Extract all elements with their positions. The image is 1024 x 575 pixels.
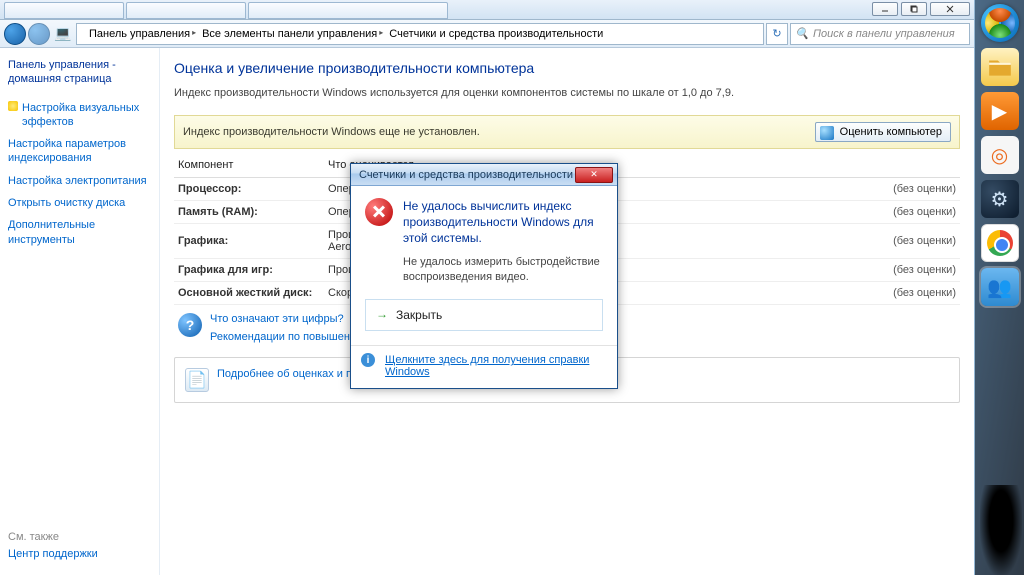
browser-tab[interactable] [4, 2, 124, 19]
messenger-icon[interactable]: 👥 [981, 268, 1019, 306]
th-component: Компонент [174, 153, 324, 178]
explorer-icon[interactable] [981, 48, 1019, 86]
mouse-shadow [980, 485, 1022, 575]
th-score [860, 153, 960, 178]
restore-button[interactable] [901, 2, 927, 16]
sidebar-item-visual-effects[interactable]: Настройка визуальных эффектов [8, 97, 151, 134]
search-input[interactable]: 🔍 Поиск в панели управления [790, 23, 970, 45]
search-placeholder: Поиск в панели управления [813, 28, 955, 40]
browser-tab[interactable] [248, 2, 448, 19]
rate-computer-button[interactable]: Оценить компьютер [815, 122, 951, 142]
see-also-label: См. также [8, 531, 151, 543]
details-icon: 📄 [185, 368, 209, 392]
error-icon [365, 198, 393, 226]
cell-component: Память (RAM): [174, 201, 324, 224]
cell-component: Процессор: [174, 178, 324, 201]
notice-text: Индекс производительности Windows еще не… [183, 126, 480, 138]
question-icon: ? [178, 313, 202, 337]
cell-score: (без оценки) [860, 282, 960, 305]
minimize-button[interactable] [872, 2, 898, 16]
sidebar: Панель управления - домашняя страница На… [0, 48, 160, 575]
page-description: Индекс производительности Windows исполь… [174, 86, 960, 101]
titlebar [0, 0, 974, 20]
origin-icon[interactable]: ◎ [981, 136, 1019, 174]
browser-tabs [0, 0, 868, 19]
sidebar-item-support[interactable]: Центр поддержки [8, 543, 151, 565]
location-icon: 💻 [52, 23, 74, 45]
sidebar-home-link[interactable]: Панель управления - домашняя страница [8, 58, 151, 87]
error-dialog: Счетчики и средства производительности ✕… [350, 163, 618, 389]
cell-score: (без оценки) [860, 178, 960, 201]
back-button[interactable] [4, 23, 26, 45]
dialog-close-button[interactable]: ✕ [575, 167, 613, 183]
refresh-button[interactable]: ↻ [766, 23, 788, 45]
cell-component: Основной жесткий диск: [174, 282, 324, 305]
dialog-heading: Не удалось вычислить индекс производител… [403, 198, 603, 247]
start-button[interactable] [981, 4, 1019, 42]
address-bar: 💻 Панель управления Все элементы панели … [0, 20, 974, 48]
taskbar-dock: ▶ ◎ ⚙ 👥 [975, 0, 1024, 575]
breadcrumb[interactable]: Панель управления Все элементы панели уп… [76, 23, 764, 45]
sidebar-item-indexing[interactable]: Настройка параметров индексирования [8, 133, 151, 170]
dialog-help-link[interactable]: Щелкните здесь для получения справки Win… [385, 354, 589, 378]
sidebar-item-power[interactable]: Настройка электропитания [8, 170, 151, 192]
browser-tab[interactable] [126, 2, 246, 19]
close-window-button[interactable] [930, 2, 970, 16]
cell-score: (без оценки) [860, 201, 960, 224]
dialog-close-action[interactable]: Закрыть [365, 299, 603, 331]
cell-score: (без оценки) [860, 224, 960, 259]
media-player-icon[interactable]: ▶ [981, 92, 1019, 130]
search-icon: 🔍 [795, 27, 809, 41]
breadcrumb-item[interactable]: Счетчики и средства производительности [381, 28, 607, 40]
breadcrumb-item[interactable]: Все элементы панели управления [194, 28, 381, 40]
steam-icon[interactable]: ⚙ [981, 180, 1019, 218]
cell-score: (без оценки) [860, 259, 960, 282]
cell-component: Графика: [174, 224, 324, 259]
chrome-icon[interactable] [981, 224, 1019, 262]
dialog-titlebar[interactable]: Счетчики и средства производительности ✕ [351, 164, 617, 186]
forward-button[interactable] [28, 23, 50, 45]
dialog-title: Счетчики и средства производительности [355, 169, 575, 181]
dialog-subtext: Не удалось измерить быстродействие воспр… [403, 255, 603, 286]
page-title: Оценка и увеличение производительности к… [174, 60, 960, 76]
sidebar-item-advanced-tools[interactable]: Дополнительные инструменты [8, 214, 151, 251]
cell-component: Графика для игр: [174, 259, 324, 282]
breadcrumb-item[interactable]: Панель управления [81, 28, 194, 40]
sidebar-item-disk-cleanup[interactable]: Открыть очистку диска [8, 192, 151, 214]
notice-bar: Индекс производительности Windows еще не… [174, 115, 960, 149]
